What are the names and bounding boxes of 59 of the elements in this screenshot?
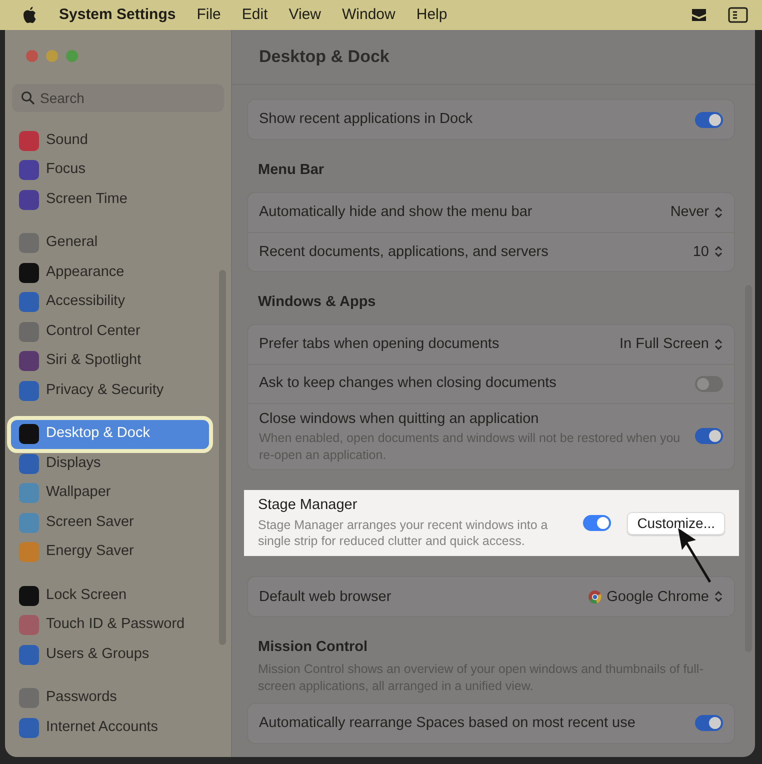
sidebar-item[interactable]: General [11, 228, 209, 258]
customize-button[interactable]: Customize... [627, 512, 725, 536]
sidebar-item[interactable]: Passwords [11, 684, 209, 713]
menu-item[interactable]: View [288, 4, 321, 26]
toggle-switch[interactable] [583, 515, 612, 532]
toggle-switch[interactable] [695, 715, 723, 732]
setting-description: Stage Manager arranges your recent windows into a single strip for reduced clutter and quick access. [258, 516, 549, 550]
setting-label: Automatically rearrange Spaces based on most recent use [259, 714, 636, 732]
control-center-icon[interactable] [728, 7, 748, 23]
setting-label: Stage Manager [258, 496, 358, 514]
browser-logo-icon [588, 590, 602, 604]
sidebar-item[interactable]: Siri & Spotlight [11, 346, 209, 376]
setting-label: Prefer tabs when opening documents [259, 334, 500, 354]
sidebar-item[interactable]: Energy Saver [11, 538, 209, 567]
sidebar-item[interactable]: Screen Saver [11, 508, 209, 538]
sidebar-item[interactable]: Lock Screen [11, 581, 209, 610]
sidebar-item[interactable]: Privacy & Security [11, 376, 209, 406]
search-icon [21, 91, 35, 105]
section-heading: Menu Bar [257, 161, 326, 180]
sidebar-item[interactable]: Users & Groups [11, 640, 209, 670]
sidebar-item[interactable]: Wallpaper [11, 478, 209, 508]
updown-chevron-icon [714, 338, 723, 350]
sidebar-item[interactable]: Desktop & Dock [11, 420, 209, 449]
toggle-switch[interactable] [695, 112, 723, 128]
sidebar-item[interactable]: Control Center [11, 317, 209, 346]
setting-label: Recent documents, applications, and servers [259, 242, 550, 261]
updown-chevron-icon [714, 245, 723, 258]
popup-menu[interactable]: Google Chrome [588, 588, 723, 606]
sidebar-item[interactable]: Accessibility [11, 288, 209, 317]
setting-label: Default web browser [259, 588, 392, 606]
popup-menu[interactable]: In Full Screen [620, 334, 723, 354]
setting-label: Close windows when quitting an application [259, 410, 540, 428]
setting-label: Ask to keep changes when closing documents [259, 374, 558, 393]
sidebar-item[interactable]: Displays [11, 449, 209, 478]
status-icon[interactable] [691, 8, 707, 22]
sidebar-item[interactable]: Screen Time [11, 185, 209, 214]
updown-chevron-icon [714, 590, 723, 604]
sidebar-item[interactable]: Appearance [11, 258, 209, 288]
menu-item[interactable]: File [196, 4, 221, 26]
sidebar-item[interactable]: Internet Accounts [11, 713, 209, 742]
window-title: Desktop & Dock [232, 30, 755, 85]
toggle-switch[interactable] [695, 428, 723, 444]
sidebar-item[interactable]: Focus [11, 156, 209, 185]
toggle-switch[interactable] [695, 376, 723, 392]
menu-item[interactable]: Window [342, 4, 396, 26]
menu-item[interactable]: Help [416, 4, 448, 26]
setting-label: Automatically hide and show the menu bar [259, 203, 534, 222]
popup-menu[interactable]: 10 [692, 242, 723, 261]
sidebar-item[interactable]: Touch ID & Password [11, 610, 209, 640]
section-heading: Windows & Apps [257, 292, 377, 312]
search-field[interactable]: Search [12, 84, 224, 112]
section-heading: Mission Control [257, 638, 369, 658]
setting-label: Show recent applications in Dock [259, 110, 474, 129]
updown-chevron-icon [714, 206, 723, 219]
apple-logo-icon[interactable] [22, 6, 38, 24]
sidebar-item[interactable]: Sound [11, 126, 209, 156]
menu-item[interactable]: Edit [242, 4, 268, 26]
popup-menu[interactable]: Never [670, 203, 723, 222]
app-menu[interactable]: System Settings [59, 4, 176, 26]
